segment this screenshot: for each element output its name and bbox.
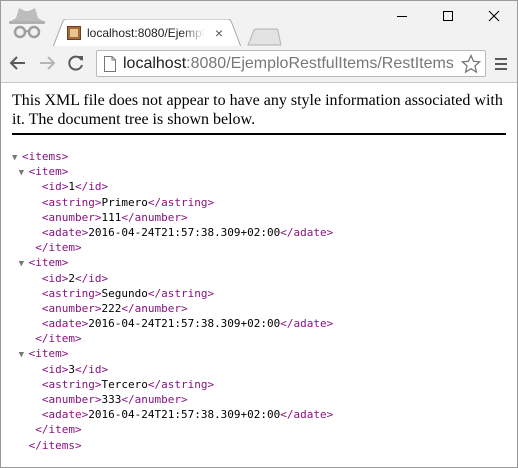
xml-line: <id>2</id> <box>12 271 333 286</box>
xml-line: <anumber>333</anumber> <box>12 392 333 407</box>
xml-tag: </adate> <box>280 225 334 239</box>
xml-line: <anumber>111</anumber> <box>12 210 333 225</box>
url-path: :8080/EjemploRestfulItems/RestItems <box>186 55 454 72</box>
xml-tag: </items> <box>28 438 82 452</box>
xml-tag: <item> <box>28 347 69 361</box>
minimize-icon[interactable] <box>379 1 424 31</box>
xml-tag: <anumber> <box>41 393 102 406</box>
xml-tag: <id> <box>41 180 69 194</box>
xml-tag: </adate> <box>280 317 334 331</box>
xml-line: <adate>2016-04-24T21:57:38.309+02:00</ad… <box>12 316 333 331</box>
xml-tag: <id> <box>41 362 69 376</box>
xml-line: <astring>Segundo</astring> <box>12 286 333 301</box>
xml-tree: ▼ <items> ▼ <item> <id>1</id> <astring>Pri… <box>12 149 333 453</box>
xml-tag: <item> <box>28 165 69 179</box>
notice-divider <box>12 133 506 135</box>
browser-window: localhost:8080/EjemploRestfulItems/RestI… <box>0 0 518 468</box>
active-tab[interactable]: localhost:8080/EjemploRestfulItems/RestI… <box>53 19 243 47</box>
back-icon[interactable] <box>6 51 30 75</box>
xml-tag: </id> <box>75 180 109 194</box>
tab-close-icon[interactable]: × <box>211 25 227 41</box>
xml-tag: <astring> <box>41 377 102 391</box>
xml-tag: </anumber> <box>121 393 188 406</box>
xml-tag: <astring> <box>41 286 102 300</box>
xml-line: ▼ <item> <box>12 164 333 179</box>
page-content: This XML file does not appear to have an… <box>1 83 517 467</box>
xml-line: ▼ <item> <box>12 346 333 361</box>
xml-text-value: Primero <box>101 195 148 209</box>
forward-icon[interactable] <box>35 51 59 75</box>
xml-tag: <id> <box>41 271 69 285</box>
page-icon <box>103 56 117 72</box>
url-host: localhost <box>123 55 187 72</box>
xml-tag: </astring> <box>147 286 215 300</box>
xml-tag: </adate> <box>280 408 334 422</box>
incognito-icon <box>5 5 49 43</box>
xml-text-value: 2 <box>68 271 75 285</box>
xml-tag: <items> <box>22 150 69 163</box>
xml-text-value: 2016-04-24T21:57:38.309+02:00 <box>88 317 281 331</box>
star-icon[interactable] <box>460 53 482 74</box>
xml-line: </item> <box>12 422 333 437</box>
maximize-icon[interactable] <box>425 1 470 31</box>
xml-line: <id>3</id> <box>12 362 333 377</box>
new-tab-icon[interactable] <box>246 28 282 46</box>
xml-line: <adate>2016-04-24T21:57:38.309+02:00</ad… <box>12 225 333 240</box>
url-text: localhost:8080/EjemploRestfulItems/RestI… <box>123 54 454 73</box>
xml-line: </items> <box>12 438 333 453</box>
xml-text-value: 3 <box>68 362 75 376</box>
xml-text-value: 1 <box>68 180 75 194</box>
xml-tag: </anumber> <box>121 301 188 315</box>
menu-icon[interactable] <box>491 53 511 75</box>
xml-line: <astring>Primero</astring> <box>12 195 333 210</box>
xml-text-value: 111 <box>101 210 122 224</box>
xml-text-value: 222 <box>101 301 122 315</box>
xml-tag: </item> <box>35 332 82 346</box>
xml-tag: </anumber> <box>121 210 188 224</box>
tab-strip: localhost:8080/EjemploRestfulItems/RestI… <box>1 1 517 47</box>
xml-text-value: Segundo <box>101 286 148 300</box>
xml-tag: <item> <box>28 256 69 270</box>
xml-text-value: 2016-04-24T21:57:38.309+02:00 <box>88 408 281 422</box>
xml-tag: </item> <box>35 241 82 255</box>
toolbar: localhost:8080/EjemploRestfulItems/RestI… <box>1 46 517 83</box>
xml-tag: <anumber> <box>41 210 102 224</box>
xml-tag: </id> <box>75 271 109 285</box>
xml-text-value: 333 <box>101 393 122 406</box>
xml-text-value: Tercero <box>101 377 148 391</box>
favicon-icon <box>67 26 81 40</box>
xml-line: ▼ <item> <box>12 255 333 270</box>
xml-line: <anumber>222</anumber> <box>12 301 333 316</box>
xml-tag: </item> <box>35 423 82 437</box>
xml-line: <astring>Tercero</astring> <box>12 377 333 392</box>
xml-line: <adate>2016-04-24T21:57:38.309+02:00</ad… <box>12 407 333 422</box>
xml-text-value: 2016-04-24T21:57:38.309+02:00 <box>88 225 281 239</box>
close-window-icon[interactable] <box>471 1 516 31</box>
xml-line: </item> <box>12 331 333 346</box>
xml-line: </item> <box>12 240 333 255</box>
xml-tag: <adate> <box>41 225 89 239</box>
xml-tag: <astring> <box>41 195 102 209</box>
xml-line: ▼ <items> <box>12 149 333 164</box>
xml-line: <id>1</id> <box>12 179 333 194</box>
xml-tag: <adate> <box>41 317 89 331</box>
tab-title: localhost:8080/EjemploRestfulItems/RestI… <box>87 26 205 40</box>
reload-icon[interactable] <box>64 51 88 75</box>
xml-style-notice: This XML file does not appear to have an… <box>12 92 503 128</box>
address-bar[interactable]: localhost:8080/EjemploRestfulItems/RestI… <box>96 50 486 77</box>
xml-tag: </astring> <box>147 195 215 209</box>
xml-tag: <adate> <box>41 408 89 422</box>
xml-tag: </id> <box>75 362 109 376</box>
xml-tag: <anumber> <box>41 301 102 315</box>
xml-tag: </astring> <box>147 377 215 391</box>
